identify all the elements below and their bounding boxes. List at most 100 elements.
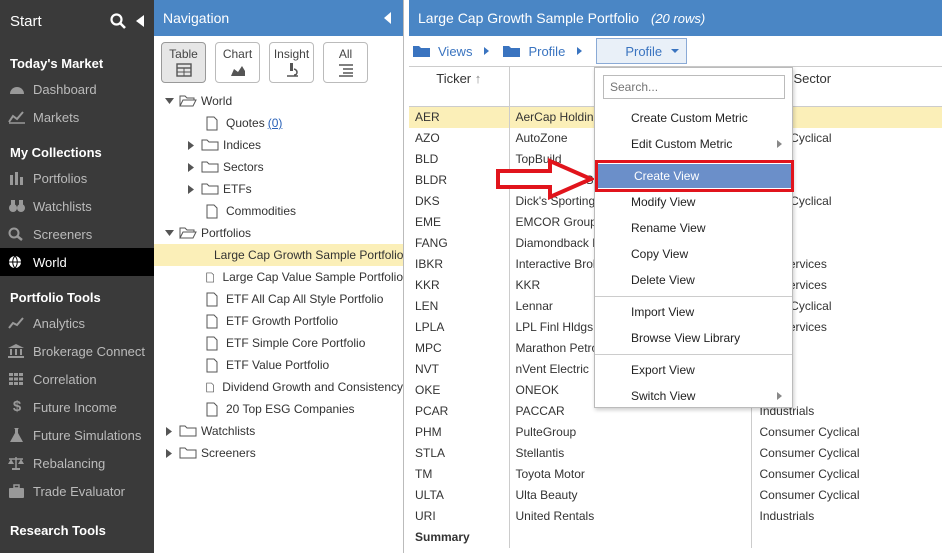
- tree-item-etf-growth[interactable]: ETF Growth Portfolio: [154, 310, 403, 332]
- mode-all-button[interactable]: All: [323, 42, 368, 83]
- tree-item-quotes[interactable]: Quotes (0): [154, 112, 403, 134]
- document-icon: [206, 314, 218, 328]
- page-title: Large Cap Growth Sample Portfolio: [418, 10, 639, 26]
- sidebar-item-screeners[interactable]: Screeners: [0, 220, 154, 248]
- column-header-ticker[interactable]: Ticker ↑: [409, 66, 510, 107]
- table-row[interactable]: ULTA Ulta Beauty Consumer Cyclical: [409, 484, 942, 506]
- sidebar-item-watchlists[interactable]: Watchlists: [0, 192, 154, 220]
- sector-cell: Consumer Cyclical: [759, 488, 860, 502]
- folder-icon: [201, 139, 219, 151]
- column-label: Sector: [793, 71, 832, 86]
- sidebar-item-label: Future Simulations: [33, 427, 142, 443]
- sector-cell: Consumer Cyclical: [759, 425, 860, 439]
- tree-item-etfs[interactable]: ETFs: [154, 178, 403, 200]
- breadcrumb-separator-icon: [577, 47, 583, 55]
- menu-item-switch-view[interactable]: Switch View: [595, 384, 792, 408]
- collapse-icon[interactable]: [163, 230, 175, 236]
- tree-item-watchlists[interactable]: Watchlists: [154, 420, 403, 442]
- tree-item-etf-value[interactable]: ETF Value Portfolio: [154, 354, 403, 376]
- menu-item-modify-view[interactable]: Modify View: [595, 190, 792, 214]
- document-icon: [206, 402, 218, 416]
- tree-item-portfolios[interactable]: Portfolios: [154, 222, 403, 244]
- start-menu[interactable]: Start: [0, 0, 154, 42]
- tree-item-esg[interactable]: 20 Top ESG Companies: [154, 398, 403, 420]
- tree-item-indices[interactable]: Indices: [154, 134, 403, 156]
- tree-item-etf-simple-core[interactable]: ETF Simple Core Portfolio: [154, 332, 403, 354]
- sidebar-item-rebalancing[interactable]: Rebalancing: [0, 449, 154, 477]
- sidebar-item-future-income[interactable]: $ Future Income: [0, 393, 154, 421]
- sidebar-item-future-simulations[interactable]: Future Simulations: [0, 421, 154, 449]
- sidebar-item-trade-evaluator[interactable]: Trade Evaluator: [0, 477, 154, 505]
- tree-item-screeners[interactable]: Screeners: [154, 442, 403, 464]
- menu-item-edit-custom-metric[interactable]: Edit Custom Metric: [595, 132, 792, 156]
- sidebar-item-label: Markets: [33, 109, 80, 125]
- menu-item-import-view[interactable]: Import View: [595, 300, 792, 324]
- mode-chart-button[interactable]: Chart: [215, 42, 260, 83]
- ticker-cell: LPLA: [409, 316, 510, 338]
- breadcrumb-views[interactable]: Views: [413, 44, 472, 59]
- tree-item-large-cap-growth[interactable]: Large Cap Growth Sample Portfolio: [154, 244, 403, 266]
- collapse-icon[interactable]: [163, 98, 175, 104]
- menu-item-rename-view[interactable]: Rename View: [595, 216, 792, 240]
- ticker-cell: KKR: [409, 274, 510, 296]
- main-header: Large Cap Growth Sample Portfolio (20 ro…: [409, 0, 942, 36]
- expand-icon[interactable]: [185, 184, 197, 194]
- sidebar-item-world[interactable]: World: [0, 248, 154, 276]
- expand-icon[interactable]: [185, 140, 197, 150]
- tree-item-etf-all-cap[interactable]: ETF All Cap All Style Portfolio: [154, 288, 403, 310]
- view-dropdown-button[interactable]: Profile: [596, 38, 688, 64]
- microscope-icon: [286, 63, 298, 77]
- tree-item-label: Portfolios: [201, 226, 252, 240]
- table-row[interactable]: TM Toyota Motor Consumer Cyclical: [409, 463, 942, 485]
- sidebar-item-analytics[interactable]: Analytics: [0, 309, 154, 337]
- table-row[interactable]: URI United Rentals Industrials: [409, 505, 942, 527]
- folder-icon: [201, 161, 219, 173]
- breadcrumb-profile[interactable]: Profile: [503, 44, 565, 59]
- menu-item-export-view[interactable]: Export View: [595, 358, 792, 382]
- sidebar-item-label: Screeners: [33, 226, 93, 242]
- mode-label: Table: [169, 47, 198, 61]
- menu-item-create-custom-metric[interactable]: Create Custom Metric: [595, 106, 792, 130]
- menu-item-label: Copy View: [631, 247, 689, 261]
- sort-up-icon[interactable]: ↑: [475, 71, 482, 86]
- navigation-panel: Navigation Table Chart Insight All World…: [154, 0, 404, 553]
- sidebar-item-dashboard[interactable]: Dashboard: [0, 75, 154, 103]
- folder-icon: [179, 447, 197, 459]
- sector-cell: Consumer Cyclical: [759, 446, 860, 460]
- menu-item-browse-view-library[interactable]: Browse View Library: [595, 326, 792, 350]
- sidebar-item-brokerage-connect[interactable]: Brokerage Connect: [0, 337, 154, 365]
- tree-item-commodities[interactable]: Commodities: [154, 200, 403, 222]
- mode-table-button[interactable]: Table: [161, 42, 206, 83]
- sidebar-item-label: World: [33, 254, 67, 270]
- sidebar-item-markets[interactable]: Markets: [0, 103, 154, 131]
- collapse-icon[interactable]: [136, 15, 144, 27]
- sidebar-item-portfolios[interactable]: Portfolios: [0, 164, 154, 192]
- ticker-cell: PHM: [409, 421, 510, 443]
- menu-item-label: Create Custom Metric: [631, 111, 748, 125]
- sidebar-item-label: Future Income: [33, 399, 117, 415]
- tree-item-world[interactable]: World: [154, 90, 403, 112]
- sidebar-item-correlation[interactable]: Correlation: [0, 365, 154, 393]
- collapse-navigation-icon[interactable]: [384, 12, 391, 24]
- mode-label: Chart: [222, 47, 253, 61]
- menu-search-input[interactable]: [603, 75, 785, 99]
- menu-item-delete-view[interactable]: Delete View: [595, 268, 792, 292]
- document-icon: [206, 204, 218, 218]
- table-row[interactable]: PHM PulteGroup Consumer Cyclical: [409, 421, 942, 443]
- document-icon: [206, 336, 218, 350]
- name-cell: Toyota Motor: [509, 463, 752, 485]
- mode-insight-button[interactable]: Insight: [269, 42, 314, 83]
- table-row[interactable]: STLA Stellantis Consumer Cyclical: [409, 442, 942, 464]
- search-icon[interactable]: [110, 13, 126, 29]
- expand-icon[interactable]: [163, 426, 175, 436]
- tree-item-sectors[interactable]: Sectors: [154, 156, 403, 178]
- tree-item-dividend-growth[interactable]: Dividend Growth and Consistency: [154, 376, 403, 398]
- tree-item-large-cap-value[interactable]: Large Cap Value Sample Portfolio: [154, 266, 403, 288]
- tree-item-label: Indices: [223, 138, 262, 152]
- expand-icon[interactable]: [163, 448, 175, 458]
- app-sidebar: Start Today's Market Dashboard Markets M…: [0, 0, 154, 553]
- menu-item-copy-view[interactable]: Copy View: [595, 242, 792, 266]
- binoculars-icon: [9, 200, 25, 212]
- quotes-count-link[interactable]: (0): [268, 116, 283, 130]
- expand-icon[interactable]: [185, 162, 197, 172]
